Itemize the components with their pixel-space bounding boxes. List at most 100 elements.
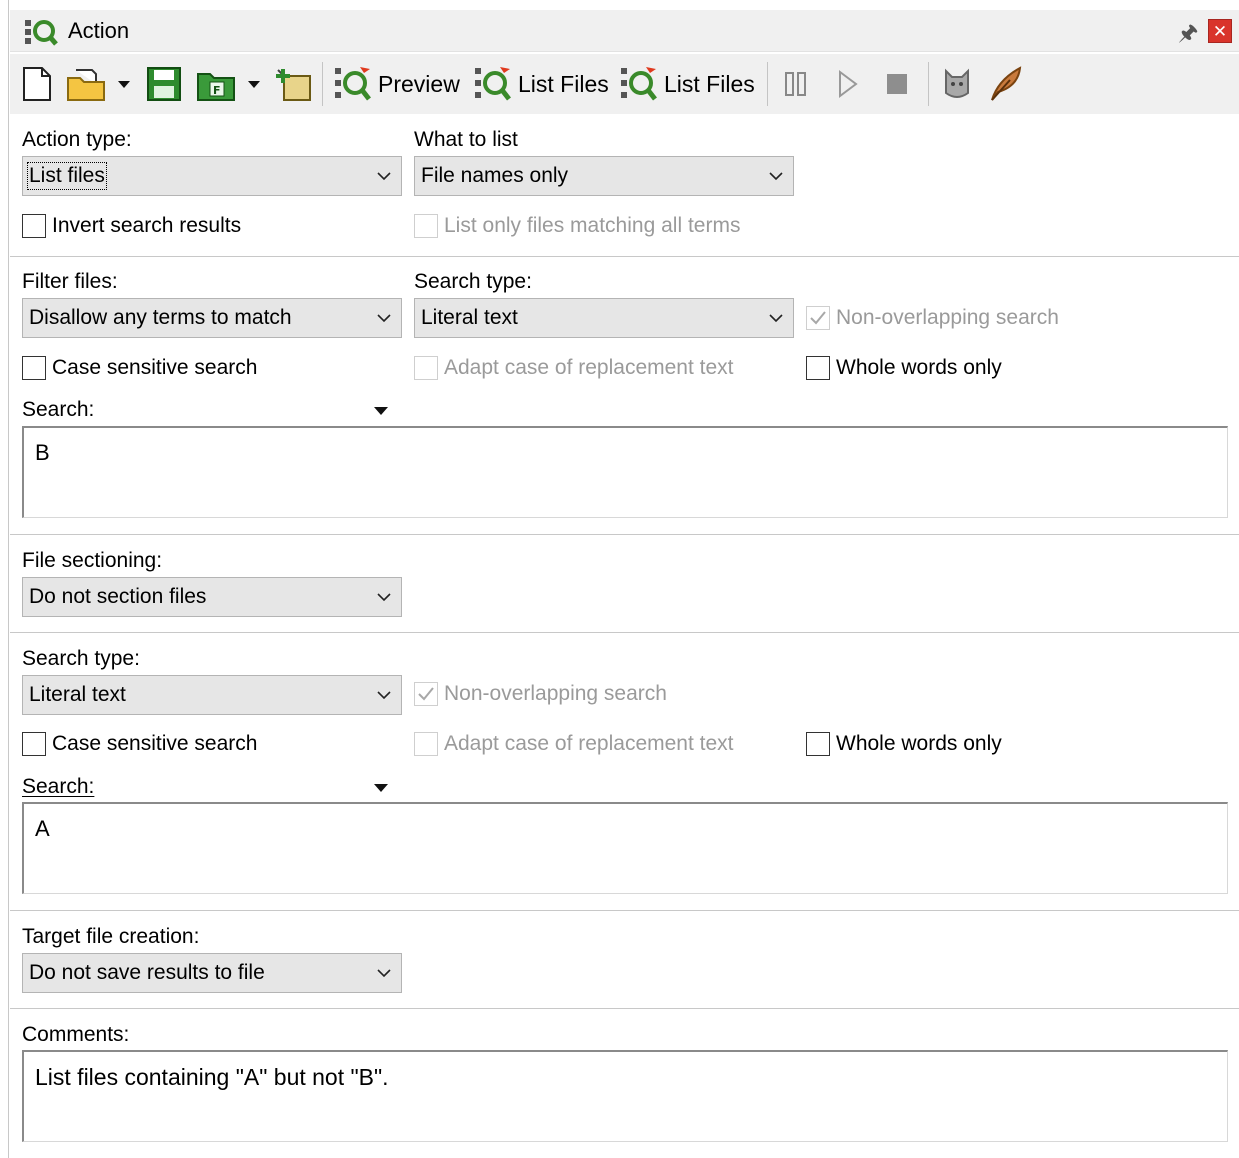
preview-button[interactable]: Preview	[334, 62, 460, 106]
file-sectioning-combo[interactable]: Do not section files	[22, 577, 402, 617]
filter-search-type-value: Literal text	[421, 306, 518, 329]
toolbar-separator	[322, 62, 323, 106]
adapt-case-checkbox[interactable]: Adapt case of replacement text	[414, 732, 734, 756]
chevron-down-icon	[769, 172, 783, 181]
stop-icon	[887, 74, 907, 94]
filter-search-input[interactable]: B	[22, 426, 1228, 518]
pin-icon[interactable]: 🖈	[1178, 16, 1198, 54]
search-label: Search:	[22, 775, 95, 798]
whole-words-label: Whole words only	[836, 732, 1002, 755]
filter-search-value: B	[35, 440, 50, 465]
case-sensitive-label: Case sensitive search	[52, 732, 258, 755]
checkbox-box	[22, 214, 46, 238]
list-files-label: List Files	[664, 70, 755, 97]
list-files-button-2[interactable]: List Files	[620, 62, 755, 106]
action-type-label: Action type:	[22, 128, 132, 151]
new-button[interactable]	[22, 62, 52, 106]
section-divider	[10, 534, 1239, 535]
section-divider	[10, 632, 1239, 633]
checkbox-box	[414, 356, 438, 380]
open-folder-icon	[67, 69, 105, 101]
filter-search-type-combo[interactable]: Literal text	[414, 298, 794, 338]
save-icon	[147, 67, 181, 101]
chevron-down-icon	[377, 172, 391, 181]
chevron-down-icon	[248, 80, 260, 88]
section-divider	[10, 910, 1239, 911]
filter-files-combo[interactable]: Disallow any terms to match	[22, 298, 402, 338]
app-magnifier-icon	[25, 20, 58, 46]
chevron-down-icon	[377, 314, 391, 323]
file-sectioning-value: Do not section files	[29, 585, 207, 608]
open-button[interactable]	[66, 62, 106, 106]
search-value: A	[35, 816, 50, 841]
filter-files-label: Filter files:	[22, 270, 118, 293]
invert-search-label: Invert search results	[52, 214, 242, 237]
target-file-combo[interactable]: Do not save results to file	[22, 953, 402, 993]
save-as-button[interactable]: F	[196, 62, 236, 106]
preview-icon	[335, 67, 371, 101]
close-icon[interactable]: ✕	[1208, 19, 1232, 43]
list-files-button-1[interactable]: List Files	[474, 62, 609, 106]
list-only-matching-checkbox[interactable]: List only files matching all terms	[414, 214, 740, 238]
list-files-icon	[475, 67, 511, 101]
play-button[interactable]	[836, 62, 860, 106]
feather-button[interactable]	[988, 62, 1024, 106]
search-input[interactable]: A	[22, 802, 1228, 894]
check-icon	[810, 311, 826, 325]
panel-border	[8, 0, 9, 1158]
action-type-combo[interactable]: List files	[22, 156, 402, 196]
save-dropdown[interactable]	[248, 62, 260, 106]
search-type-value: Literal text	[29, 683, 126, 706]
add-button[interactable]	[274, 62, 312, 106]
list-files-icon	[621, 67, 657, 101]
chevron-down-icon	[769, 314, 783, 323]
window-title: Action	[68, 18, 130, 43]
checkbox-box	[806, 356, 830, 380]
comments-input[interactable]: List files containing "A" but not "B".	[22, 1050, 1228, 1142]
title-bar: Action 🖈 ✕	[10, 10, 1239, 52]
checkbox-box	[806, 732, 830, 756]
filter-whole-words-label: Whole words only	[836, 356, 1002, 379]
filter-non-overlapping-checkbox[interactable]: Non-overlapping search	[806, 306, 1059, 330]
target-file-value: Do not save results to file	[29, 961, 265, 984]
save-folder-icon: F	[197, 73, 235, 101]
filter-whole-words-checkbox[interactable]: Whole words only	[806, 356, 1002, 380]
whole-words-checkbox[interactable]: Whole words only	[806, 732, 1002, 756]
filter-case-sensitive-label: Case sensitive search	[52, 356, 258, 379]
case-sensitive-checkbox[interactable]: Case sensitive search	[22, 732, 257, 756]
play-icon	[839, 70, 858, 98]
new-file-icon	[23, 67, 51, 101]
list-only-matching-label: List only files matching all terms	[444, 214, 741, 237]
section-divider	[10, 256, 1239, 257]
pause-button[interactable]	[782, 62, 810, 106]
search-type-combo[interactable]: Literal text	[22, 675, 402, 715]
save-button[interactable]	[146, 62, 182, 106]
what-to-list-value: File names only	[421, 164, 569, 187]
pause-icon	[785, 72, 806, 96]
search-history-dropdown-icon[interactable]	[374, 784, 388, 792]
comments-value: List files containing "A" but not "B".	[35, 1064, 389, 1090]
chevron-down-icon	[377, 691, 391, 700]
section-divider	[10, 1008, 1239, 1009]
non-overlapping-checkbox[interactable]: Non-overlapping search	[414, 682, 667, 706]
stop-button[interactable]	[884, 62, 910, 106]
comments-label: Comments:	[22, 1023, 130, 1046]
search-history-dropdown-icon[interactable]	[374, 407, 388, 415]
what-to-list-combo[interactable]: File names only	[414, 156, 794, 196]
invert-search-checkbox[interactable]: Invert search results	[22, 214, 241, 238]
chevron-down-icon	[118, 80, 130, 88]
filter-search-type-label: Search type:	[414, 270, 532, 293]
filter-case-sensitive-checkbox[interactable]: Case sensitive search	[22, 356, 257, 380]
add-to-library-icon	[276, 69, 311, 101]
checkbox-box	[414, 732, 438, 756]
checkbox-box	[806, 306, 830, 330]
preview-label: Preview	[378, 70, 460, 97]
open-dropdown[interactable]	[118, 62, 130, 106]
debug-button[interactable]	[942, 62, 972, 106]
chevron-down-icon	[377, 969, 391, 978]
toolbar-separator	[767, 62, 768, 106]
chevron-down-icon	[377, 593, 391, 602]
filter-adapt-case-checkbox[interactable]: Adapt case of replacement text	[414, 356, 734, 380]
action-panel: Action 🖈 ✕ F Preview List Files List Fil…	[0, 0, 1239, 1158]
file-sectioning-label: File sectioning:	[22, 549, 163, 572]
